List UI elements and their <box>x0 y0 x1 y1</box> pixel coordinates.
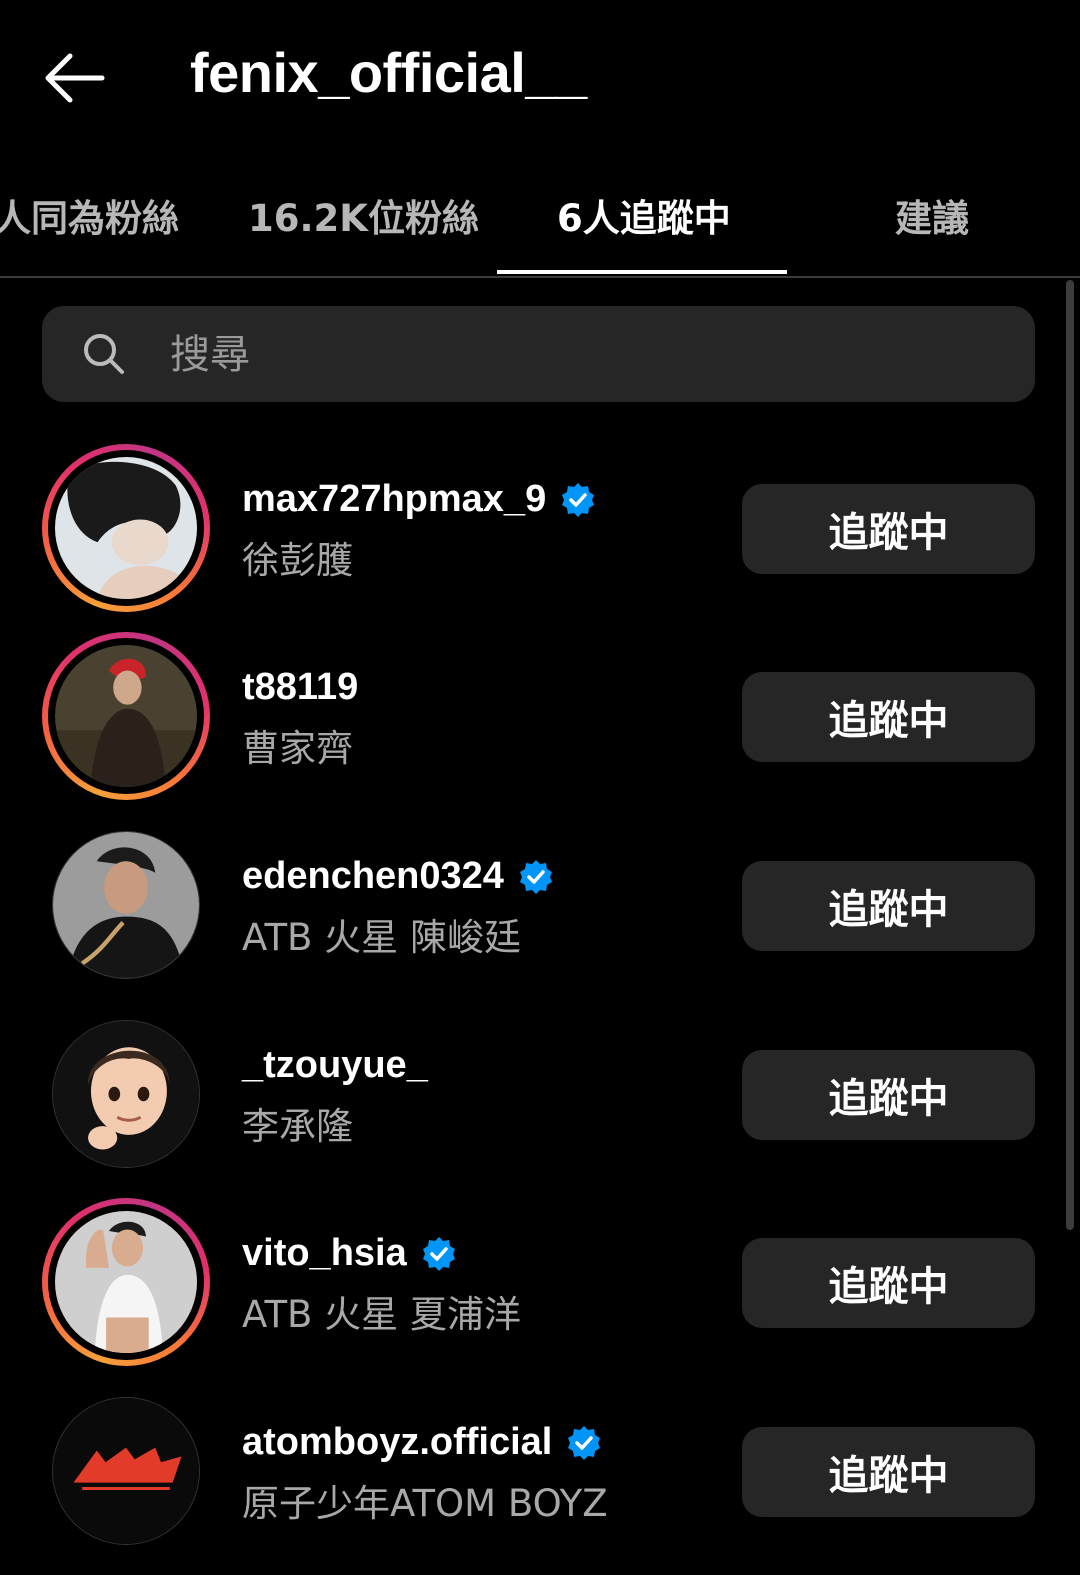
full-name: 原子少年ATOM BOYZ <box>242 1482 608 1525</box>
avatar[interactable] <box>42 821 210 989</box>
username-text: t88119 <box>242 666 359 708</box>
username[interactable]: max727hpmax_9 <box>242 478 596 521</box>
tab-following[interactable]: 6人追蹤中 <box>557 188 731 242</box>
avatar[interactable] <box>42 1198 210 1366</box>
following-button[interactable]: 追蹤中 <box>742 1238 1035 1328</box>
verified-badge-icon <box>422 1236 455 1271</box>
username-text: _tzouyue_ <box>242 1044 428 1086</box>
following-button[interactable]: 追蹤中 <box>742 1427 1035 1517</box>
profile-photo <box>55 457 197 599</box>
following-button[interactable]: 追蹤中 <box>742 672 1035 762</box>
profile-photo <box>52 1020 200 1168</box>
username-text: max727hpmax_9 <box>242 478 547 520</box>
list-item[interactable]: vito_hsia ATB 火星 夏浦洋 追蹤中 <box>0 1198 1080 1386</box>
profile-photo <box>55 645 197 787</box>
search-icon <box>82 332 126 376</box>
scrollbar[interactable] <box>1066 280 1074 1230</box>
avatar[interactable] <box>42 632 210 800</box>
full-name: ATB 火星 陳峻廷 <box>242 916 521 959</box>
full-name: 曹家齊 <box>242 727 353 770</box>
search-input[interactable] <box>168 306 992 404</box>
username[interactable]: vito_hsia <box>242 1232 457 1275</box>
username-text: atomboyz.official <box>242 1421 553 1463</box>
back-arrow-icon[interactable] <box>40 48 106 108</box>
username[interactable]: edenchen0324 <box>242 855 554 898</box>
following-button[interactable]: 追蹤中 <box>742 484 1035 574</box>
tab-mutual-followers[interactable]: 人同為粉絲 <box>0 188 179 242</box>
full-name: 徐彭臒 <box>242 539 353 582</box>
verified-badge-icon <box>568 1425 601 1460</box>
list-item[interactable]: atomboyz.official 原子少年ATOM BOYZ 追蹤中 <box>0 1387 1080 1575</box>
username[interactable]: t88119 <box>242 666 358 709</box>
username[interactable]: _tzouyue_ <box>242 1044 428 1087</box>
profile-photo <box>55 1211 197 1353</box>
following-button[interactable]: 追蹤中 <box>742 861 1035 951</box>
full-name: ATB 火星 夏浦洋 <box>242 1293 521 1336</box>
following-button[interactable]: 追蹤中 <box>742 1050 1035 1140</box>
tab-suggestions[interactable]: 建議 <box>895 188 969 242</box>
tab-bar: 人同為粉絲 16.2K位粉絲 6人追蹤中 建議 <box>0 150 1080 278</box>
avatar[interactable] <box>42 444 210 612</box>
search-bar[interactable] <box>42 306 1035 404</box>
profile-photo <box>52 831 200 979</box>
username-text: vito_hsia <box>242 1232 407 1274</box>
tab-followers[interactable]: 16.2K位粉絲 <box>248 188 479 242</box>
list-item[interactable]: edenchen0324 ATB 火星 陳峻廷 追蹤中 <box>0 821 1080 1009</box>
list-item[interactable]: max727hpmax_9 徐彭臒 追蹤中 <box>0 444 1080 632</box>
username-text: edenchen0324 <box>242 855 504 897</box>
page-title: fenix_official__ <box>190 41 587 104</box>
avatar[interactable] <box>42 1010 210 1178</box>
profile-photo <box>52 1397 200 1545</box>
verified-badge-icon <box>562 482 595 517</box>
list-item[interactable]: t88119 曹家齊 追蹤中 <box>0 632 1080 820</box>
full-name: 李承隆 <box>242 1105 353 1148</box>
avatar[interactable] <box>42 1387 210 1555</box>
top-bar: fenix_official__ <box>0 0 1080 150</box>
username[interactable]: atomboyz.official <box>242 1421 602 1464</box>
active-tab-indicator <box>497 270 787 274</box>
list-item[interactable]: _tzouyue_ 李承隆 追蹤中 <box>0 1010 1080 1198</box>
verified-badge-icon <box>519 859 552 894</box>
